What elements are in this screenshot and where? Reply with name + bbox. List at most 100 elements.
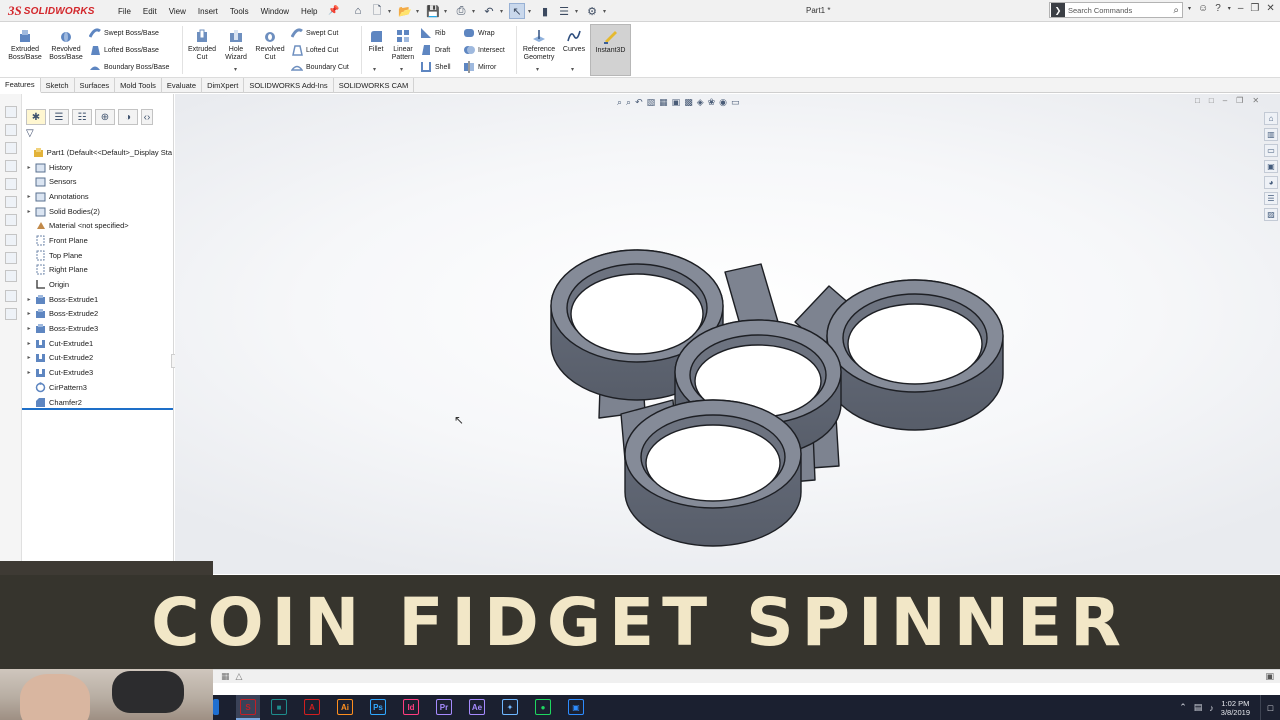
tab-surfaces[interactable]: Surfaces xyxy=(75,78,116,93)
curves-button[interactable]: Curves xyxy=(560,28,588,54)
traffic-light-icon[interactable]: ▮ xyxy=(537,3,553,19)
section-view-icon[interactable]: ▧ xyxy=(647,97,656,108)
propertymanager-icon[interactable]: ☰ xyxy=(49,109,69,125)
expand-arrow-icon[interactable]: ▸ xyxy=(24,208,34,215)
strip-tool-icon[interactable] xyxy=(5,308,17,320)
strip-tool-icon[interactable] xyxy=(5,290,17,302)
search-commands-input[interactable]: ❯ Search Commands ⌕ xyxy=(1049,2,1183,18)
custom-properties-icon[interactable]: ☰ xyxy=(1264,192,1278,205)
open-dropdown-icon[interactable]: ▾ xyxy=(416,8,422,15)
hole-wizard-button[interactable]: Hole Wizard xyxy=(221,28,251,62)
expand-arrow-icon[interactable]: ▸ xyxy=(24,296,34,303)
view-palette-icon[interactable]: ▣ xyxy=(1264,160,1278,173)
tree-node[interactable]: Material <not specified> xyxy=(24,218,172,233)
options-gear-icon[interactable]: ⚙ xyxy=(584,3,600,19)
boundary-boss-button[interactable]: Boundary Boss/Base xyxy=(89,60,169,74)
tree-node[interactable]: ▸ Boss-Extrude1 xyxy=(24,292,172,307)
strip-tool-icon[interactable] xyxy=(5,106,17,118)
apply-scene-icon[interactable]: ◉ xyxy=(719,97,727,108)
tree-node[interactable]: Origin xyxy=(24,277,172,292)
fidget-spinner-model[interactable] xyxy=(545,234,1005,554)
previous-view-icon[interactable]: ↶ xyxy=(635,97,643,108)
print-icon[interactable]: ⎙ xyxy=(453,3,469,19)
edit-appearance-icon[interactable]: ❀ xyxy=(708,97,716,108)
tab-dimxpert[interactable]: DimXpert xyxy=(202,78,245,93)
illustrator-app-icon[interactable]: Ai xyxy=(337,699,353,715)
wrap-button[interactable]: Wrap xyxy=(463,26,495,40)
tree-node[interactable]: ▸ Boss-Extrude2 xyxy=(24,307,172,322)
save-dropdown-icon[interactable]: ▾ xyxy=(444,8,450,15)
notifications-icon[interactable]: □ xyxy=(1260,695,1280,720)
strip-tool-icon[interactable] xyxy=(5,270,17,282)
boundary-cut-button[interactable]: Boundary Cut xyxy=(291,60,349,74)
tree-node[interactable]: Right Plane xyxy=(24,263,172,278)
solidworks-logo[interactable]: 3S SOLIDWORKS xyxy=(8,3,95,19)
status-customize-icon[interactable]: ▣ xyxy=(1265,671,1274,682)
menu-insert[interactable]: Insert xyxy=(192,7,224,16)
volume-icon[interactable]: ♪ xyxy=(1209,703,1214,713)
expand-arrow-icon[interactable]: ▸ xyxy=(24,354,34,361)
help-dropdown-icon[interactable]: ▾ xyxy=(1228,5,1231,12)
strip-tool-icon[interactable] xyxy=(5,252,17,264)
open-folder-icon[interactable]: 📂 xyxy=(397,3,413,19)
select-cursor-icon[interactable]: ↖ xyxy=(509,3,525,19)
file-properties-icon[interactable]: ☰ xyxy=(556,3,572,19)
undo-dropdown-icon[interactable]: ▾ xyxy=(500,8,506,15)
instant3d-button[interactable]: Instant3D xyxy=(590,24,631,76)
reference-geometry-button[interactable]: Reference Geometry xyxy=(519,28,559,62)
rib-button[interactable]: Rib xyxy=(420,26,446,40)
search-scope-icon[interactable]: ❯ xyxy=(1051,3,1065,17)
filter-icon[interactable]: ▽ xyxy=(26,128,34,139)
print-dropdown-icon[interactable]: ▾ xyxy=(472,8,478,15)
sheet-tab-icon[interactable]: ▦ xyxy=(221,671,230,682)
extruded-boss-button[interactable]: Extruded Boss/Base xyxy=(6,28,44,62)
viewport-close-icon[interactable]: ✕ xyxy=(1252,96,1259,105)
fillet-dropdown-icon[interactable]: ▾ xyxy=(373,66,376,73)
properties-dropdown-icon[interactable]: ▾ xyxy=(575,8,581,15)
tree-node[interactable]: ▸ Boss-Extrude3 xyxy=(24,321,172,336)
app-lightblue-icon[interactable]: ▣ xyxy=(568,699,584,715)
restore-icon[interactable]: ❐ xyxy=(1250,3,1259,14)
swept-cut-button[interactable]: Swept Cut xyxy=(291,26,338,40)
revolved-cut-button[interactable]: Revolved Cut xyxy=(253,28,287,62)
tab-sketch[interactable]: Sketch xyxy=(41,78,75,93)
configurationmanager-icon[interactable]: ☷ xyxy=(72,109,92,125)
draft-button[interactable]: Draft xyxy=(420,43,450,57)
viewport-minimize-icon[interactable]: □ xyxy=(1209,96,1214,105)
viewport-restore-icon[interactable]: ❐ xyxy=(1236,96,1243,105)
reference-geometry-dropdown-icon[interactable]: ▾ xyxy=(536,66,539,73)
tree-node[interactable]: ▸ Annotations xyxy=(24,189,172,204)
app-blue-icon[interactable]: ✦ xyxy=(502,699,518,715)
tree-node[interactable]: ▸ Cut-Extrude2 xyxy=(24,351,172,366)
taskbar-app-edge-icon[interactable] xyxy=(213,699,219,715)
mirror-button[interactable]: Mirror xyxy=(463,60,496,74)
tree-node[interactable]: Sensors xyxy=(24,174,172,189)
viewport-min-icon[interactable]: – xyxy=(1223,96,1227,105)
dynamic-annotation-icon[interactable]: ▦ xyxy=(659,97,668,108)
forum-icon[interactable]: ▨ xyxy=(1264,208,1278,221)
zoom-to-area-icon[interactable]: ⌕ xyxy=(626,97,631,108)
rollback-bar[interactable] xyxy=(22,408,173,410)
hide-show-items-icon[interactable]: ◈ xyxy=(697,97,704,108)
dimxpertmanager-icon[interactable]: ⊕ xyxy=(95,109,115,125)
user-account-icon[interactable]: ☺ xyxy=(1198,3,1208,14)
zoom-to-fit-icon[interactable]: ⌕ xyxy=(617,97,622,108)
curves-dropdown-icon[interactable]: ▾ xyxy=(571,66,574,73)
display-style-icon[interactable]: ▩ xyxy=(684,97,693,108)
file-explorer-icon[interactable]: ▭ xyxy=(1264,144,1278,157)
network-icon[interactable]: ▤ xyxy=(1194,702,1203,713)
solidworks-resources-icon[interactable]: ⌂ xyxy=(1264,112,1278,125)
tree-node[interactable]: ▸ History xyxy=(24,160,172,175)
lofted-boss-button[interactable]: Lofted Boss/Base xyxy=(89,43,159,57)
tab-mold-tools[interactable]: Mold Tools xyxy=(115,78,162,93)
photoshop-app-icon[interactable]: Ps xyxy=(370,699,386,715)
shell-button[interactable]: Shell xyxy=(420,60,451,74)
linear-pattern-dropdown-icon[interactable]: ▾ xyxy=(400,66,403,73)
menu-help[interactable]: Help xyxy=(295,7,323,16)
tab-evaluate[interactable]: Evaluate xyxy=(162,78,203,93)
taskbar-clock[interactable]: 1:02 PM 3/8/2019 xyxy=(1221,699,1250,717)
displaymanager-icon[interactable]: ◑ xyxy=(118,109,138,125)
tab-features[interactable]: Features xyxy=(0,78,41,93)
view-orientation-icon[interactable]: ▣ xyxy=(672,97,681,108)
tree-node[interactable]: ▸ Solid Bodies(2) xyxy=(24,204,172,219)
